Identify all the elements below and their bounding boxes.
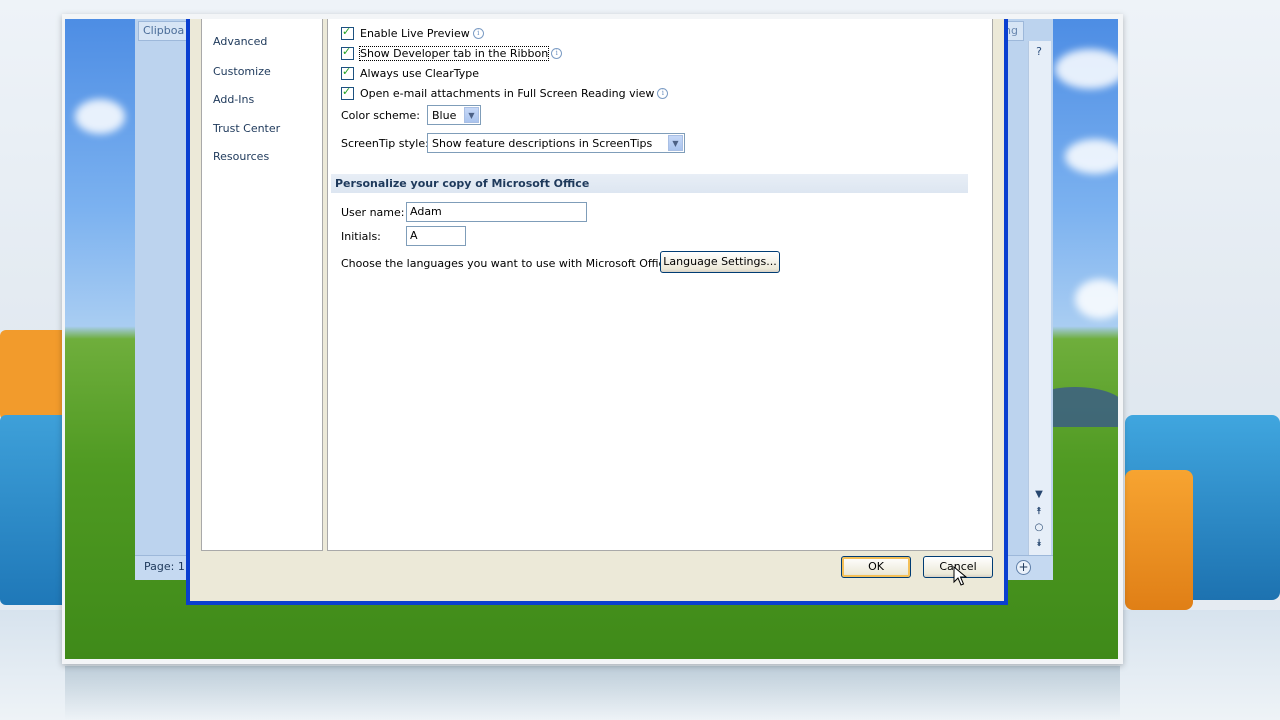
desktop-wallpaper: Clipboa ing ? ▼ ⯭ ○ ⯯ Page: 1 + Advanced… xyxy=(65,19,1118,659)
options-content-pane: Enable Live Preview i Show Developer tab… xyxy=(327,19,993,551)
ok-button[interactable]: OK xyxy=(841,556,911,578)
languages-text: Choose the languages you want to use wit… xyxy=(341,257,676,270)
decorative-orange-block-right xyxy=(1125,470,1193,610)
nav-item-customize[interactable]: Customize xyxy=(213,65,271,78)
enable-live-preview-label[interactable]: Enable Live Preview xyxy=(360,27,470,40)
nav-item-trust-center[interactable]: Trust Center xyxy=(213,122,280,135)
screentip-style-value: Show feature descriptions in ScreenTips xyxy=(432,137,653,150)
open-email-full-screen-checkbox[interactable] xyxy=(341,85,354,100)
screentip-style-dropdown[interactable]: Show feature descriptions in ScreenTips … xyxy=(427,133,685,153)
decorative-blue-block-left xyxy=(0,415,70,605)
user-name-label: User name: xyxy=(341,206,405,219)
initials-field[interactable]: A xyxy=(406,226,466,246)
screentip-style-label: ScreenTip style: xyxy=(341,137,429,150)
help-icon[interactable]: ? xyxy=(1032,45,1046,59)
cloud xyxy=(1055,49,1118,89)
plus-icon[interactable]: + xyxy=(1016,560,1031,575)
always-use-cleartype-checkbox[interactable] xyxy=(341,65,354,80)
initials-label: Initials: xyxy=(341,230,381,243)
open-email-full-screen-label[interactable]: Open e-mail attachments in Full Screen R… xyxy=(360,87,654,100)
enable-live-preview-checkbox[interactable] xyxy=(341,25,354,40)
scroll-down-arrow-icon[interactable]: ▼ xyxy=(1033,489,1045,501)
nav-item-advanced[interactable]: Advanced xyxy=(213,35,267,48)
personalize-section-header: Personalize your copy of Microsoft Offic… xyxy=(331,174,968,193)
cursor-icon xyxy=(953,566,967,586)
color-scheme-dropdown[interactable]: Blue ▼ xyxy=(427,105,481,125)
monitor-frame: Clipboa ing ? ▼ ⯭ ○ ⯯ Page: 1 + Advanced… xyxy=(62,14,1123,664)
cloud xyxy=(1065,139,1118,174)
color-scheme-value: Blue xyxy=(432,109,457,122)
next-page-icon[interactable]: ⯯ xyxy=(1033,538,1045,550)
chevron-down-icon[interactable]: ▼ xyxy=(464,107,479,123)
decorative-orange-block-left xyxy=(0,330,70,420)
info-icon: i xyxy=(551,47,563,59)
monitor-reflection xyxy=(65,666,1120,720)
options-nav-pane: Advanced Customize Add-Ins Trust Center … xyxy=(201,19,323,551)
cloud xyxy=(1075,279,1118,319)
show-developer-tab-row[interactable]: Show Developer tab in the Ribbon i xyxy=(341,45,563,61)
show-developer-tab-label[interactable]: Show Developer tab in the Ribbon xyxy=(358,45,550,61)
user-name-field[interactable]: Adam xyxy=(406,202,587,222)
language-settings-button[interactable]: Language Settings... xyxy=(660,251,780,273)
page-number-status[interactable]: Page: 1 xyxy=(144,560,185,573)
always-use-cleartype-row[interactable]: Always use ClearType xyxy=(341,65,479,81)
nav-item-resources[interactable]: Resources xyxy=(213,150,269,163)
color-scheme-label: Color scheme: xyxy=(341,109,420,122)
nav-item-add-ins[interactable]: Add-Ins xyxy=(213,93,254,106)
previous-page-icon[interactable]: ⯭ xyxy=(1033,506,1045,518)
chevron-down-icon[interactable]: ▼ xyxy=(668,135,683,151)
info-icon: i xyxy=(657,87,669,99)
cloud xyxy=(75,99,125,134)
enable-live-preview-row[interactable]: Enable Live Preview i xyxy=(341,25,484,41)
always-use-cleartype-label[interactable]: Always use ClearType xyxy=(360,67,479,80)
browse-object-icon[interactable]: ○ xyxy=(1033,522,1045,534)
word-options-dialog: Advanced Customize Add-Ins Trust Center … xyxy=(186,19,1008,605)
open-email-full-screen-row[interactable]: Open e-mail attachments in Full Screen R… xyxy=(341,85,669,101)
info-icon: i xyxy=(472,27,484,39)
show-developer-tab-checkbox[interactable] xyxy=(341,45,354,60)
